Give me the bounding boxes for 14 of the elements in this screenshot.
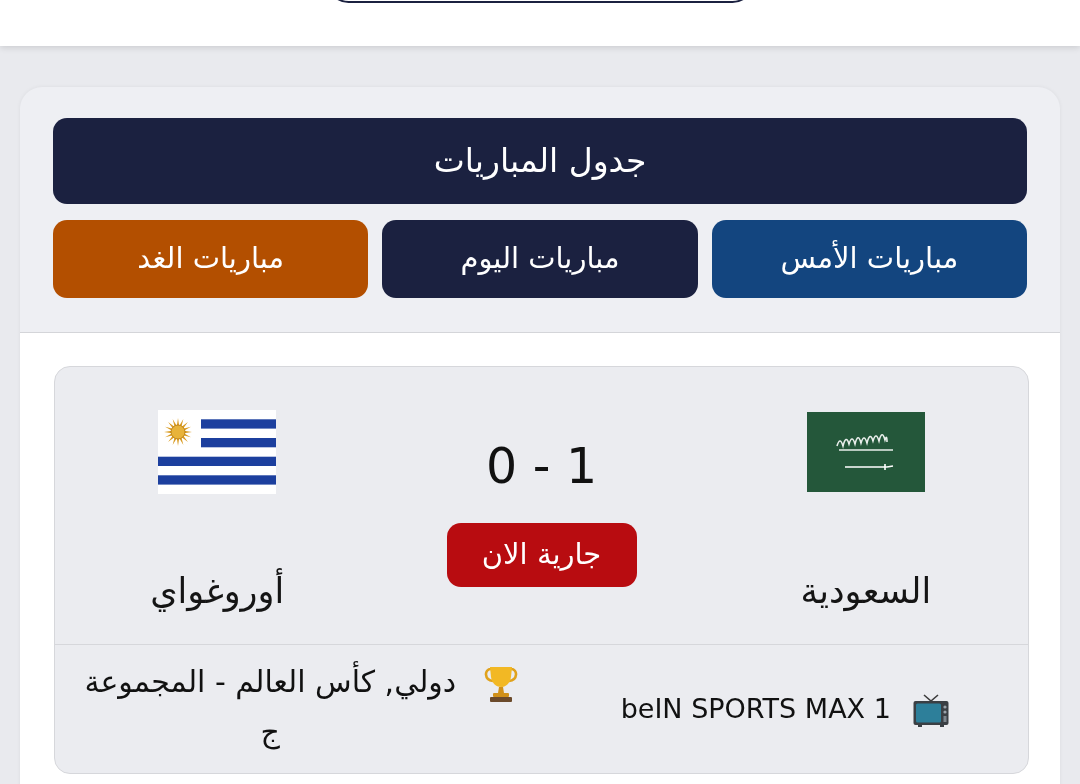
team-name: السعودية — [800, 570, 932, 613]
tab[interactable]: مباريات الغد — [53, 220, 369, 298]
tab[interactable]: مباريات الأمس — [711, 220, 1027, 298]
match-score: 0 - 1 — [485, 439, 598, 495]
schedule-title: جدول المباريات — [53, 118, 1027, 204]
flag-icon — [806, 412, 925, 492]
team-name: أوروغواي — [150, 569, 285, 613]
trophy-icon — [482, 665, 519, 703]
status-badge: جارية الان — [446, 523, 637, 587]
competition-name: دولي, كأس العالم - المجموعة ج — [77, 657, 463, 757]
channel-name: beIN SPORTS MAX 1 — [620, 692, 891, 726]
flag-icon — [158, 410, 277, 494]
tab[interactable]: مباريات اليوم — [382, 220, 698, 298]
tv-icon — [912, 693, 949, 727]
